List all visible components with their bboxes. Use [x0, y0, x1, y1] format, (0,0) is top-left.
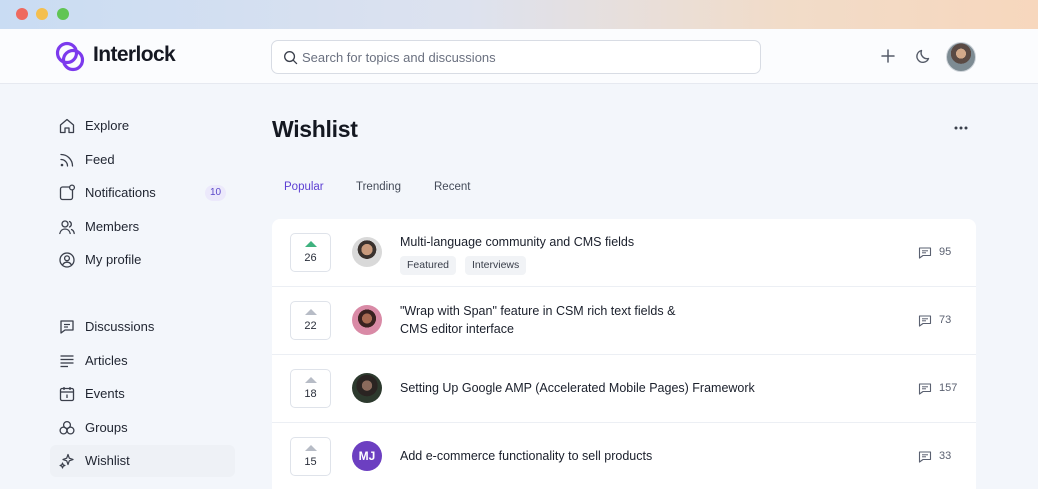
notification-icon	[59, 184, 76, 201]
item-title[interactable]: Add e-commerce functionality to sell pro…	[400, 447, 652, 465]
chat-icon	[60, 320, 74, 334]
vote-count: 18	[304, 388, 317, 400]
moon-icon[interactable]	[915, 47, 933, 65]
upvote-arrow-icon	[305, 241, 317, 247]
sidebar-item-label: Notifications	[85, 185, 156, 200]
maximize-window-button[interactable]	[57, 8, 69, 20]
rss-icon	[60, 153, 74, 167]
author-avatar[interactable]	[352, 305, 382, 335]
search-icon	[284, 51, 298, 65]
author-avatar[interactable]: MJ	[352, 441, 382, 471]
upvote-button[interactable]: 15	[290, 437, 331, 476]
groups-icon	[59, 420, 75, 435]
author-avatar[interactable]	[352, 373, 382, 403]
comment-icon	[918, 315, 932, 327]
sidebar-item-label: Events	[85, 386, 125, 401]
upvote-button[interactable]: 22	[290, 301, 331, 340]
sidebar-item-label: Groups	[85, 420, 128, 435]
plus-icon[interactable]	[879, 47, 897, 65]
sidebar-item-feed[interactable]: Feed	[50, 144, 235, 176]
profile-icon	[59, 252, 75, 268]
upvote-arrow-icon	[305, 309, 317, 315]
item-title-line-2[interactable]: CMS editor interface	[400, 320, 514, 338]
list-item[interactable]: 26 Multi-language community and CMS fiel…	[272, 219, 976, 287]
tag-featured[interactable]: Featured	[400, 256, 457, 275]
home-icon	[59, 118, 75, 134]
logo-icon[interactable]	[54, 40, 88, 74]
sidebar-item-label: My profile	[85, 252, 142, 267]
page-title: Wishlist	[272, 116, 358, 142]
sidebar-item-my-profile[interactable]: My profile	[50, 244, 235, 276]
minimize-window-button[interactable]	[36, 8, 48, 20]
sidebar-item-wishlist[interactable]: Wishlist	[50, 445, 235, 477]
upvote-arrow-icon	[305, 445, 317, 451]
app-name: Interlock	[93, 43, 176, 66]
comment-icon	[918, 247, 932, 259]
list-item[interactable]: 15 MJ Add e-commerce functionality to se…	[272, 423, 976, 489]
vote-count: 22	[304, 320, 317, 332]
sidebar-item-events[interactable]: Events	[50, 378, 235, 410]
upvote-button[interactable]: 26	[290, 233, 331, 272]
window-titlebar	[0, 0, 1038, 29]
list-item[interactable]: 18 Setting Up Google AMP (Accelerated Mo…	[272, 355, 976, 423]
comment-icon	[918, 451, 932, 463]
close-window-button[interactable]	[16, 8, 28, 20]
app-window: Interlock Explore	[0, 0, 1038, 489]
item-title[interactable]: Multi-language community and CMS fields	[400, 233, 634, 251]
sidebar-item-groups[interactable]: Groups	[50, 412, 235, 444]
sidebar-item-label: Explore	[85, 118, 130, 133]
list-item[interactable]: 22 "Wrap with Span" feature in CSM rich …	[272, 287, 976, 355]
sidebar-item-label: Feed	[85, 152, 115, 167]
comment-count: 73	[939, 314, 952, 326]
tag-interviews[interactable]: Interviews	[465, 256, 527, 275]
sidebar-item-articles[interactable]: Articles	[50, 345, 235, 377]
comment-count: 157	[939, 382, 958, 394]
sidebar-item-label: Discussions	[85, 319, 155, 334]
users-icon	[59, 220, 75, 235]
tab-recent[interactable]: Recent	[434, 181, 470, 199]
sidebar-item-label: Articles	[85, 353, 128, 368]
calendar-icon	[59, 387, 75, 402]
sparkle-icon	[59, 453, 74, 469]
item-title-line-1[interactable]: "Wrap with Span" feature in CSM rich tex…	[400, 302, 675, 320]
search-input[interactable]	[302, 41, 742, 73]
notification-count-badge: 10	[205, 185, 227, 201]
search-box[interactable]	[271, 40, 761, 74]
top-header: Interlock	[0, 29, 1038, 84]
item-title[interactable]: Setting Up Google AMP (Accelerated Mobil…	[400, 379, 755, 397]
sidebar-item-explore[interactable]: Explore	[50, 110, 235, 142]
vote-count: 26	[304, 252, 317, 264]
sidebar-item-discussions[interactable]: Discussions	[50, 311, 235, 343]
sidebar-item-members[interactable]: Members	[50, 211, 235, 243]
tab-popular[interactable]: Popular	[284, 181, 324, 199]
lines-icon	[60, 355, 74, 368]
more-options-icon[interactable]	[951, 123, 971, 133]
author-avatar[interactable]	[352, 237, 382, 267]
comment-count: 95	[939, 246, 952, 258]
comment-count: 33	[939, 450, 952, 462]
upvote-button[interactable]: 18	[290, 369, 331, 408]
sidebar-item-label: Wishlist	[85, 453, 130, 468]
sidebar-item-label: Members	[85, 219, 140, 234]
upvote-arrow-icon	[305, 377, 317, 383]
user-avatar[interactable]	[946, 42, 976, 72]
comment-icon	[918, 383, 932, 395]
vote-count: 15	[304, 456, 317, 468]
wishlist-list: 26 Multi-language community and CMS fiel…	[272, 219, 976, 489]
sidebar-item-notifications[interactable]: Notifications 10	[50, 177, 235, 209]
tab-trending[interactable]: Trending	[356, 181, 401, 199]
